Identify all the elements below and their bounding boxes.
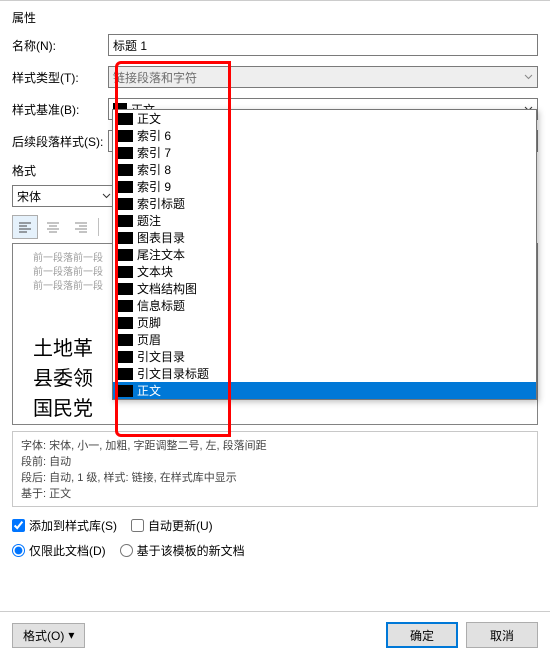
swatch-icon [117, 249, 133, 261]
format-menu-button[interactable]: 格式(O) ▾ [12, 623, 85, 648]
modify-style-dialog: 属性 名称(N): 样式类型(T): 链接段落和字符 样式基准(B): 正文 [0, 0, 550, 656]
cancel-button[interactable]: 取消 [466, 622, 538, 648]
properties-section-title: 属性 [12, 9, 538, 26]
swatch-icon [117, 283, 133, 295]
chevron-down-icon [520, 67, 537, 87]
swatch-icon [117, 300, 133, 312]
swatch-icon [117, 198, 133, 210]
dropdown-item[interactable]: 索引标题 [113, 195, 536, 212]
chevron-down-icon: ▾ [68, 628, 74, 642]
dropdown-item[interactable]: 正文 [113, 110, 536, 127]
swatch-icon [117, 113, 133, 125]
dropdown-item[interactable]: 页眉 [113, 331, 536, 348]
next-style-dropdown-list[interactable]: 正文索引 6索引 7索引 8索引 9索引标题题注图表目录尾注文本文本块文档结构图… [112, 109, 537, 400]
name-input[interactable] [108, 34, 538, 56]
next-style-label: 后续段落样式(S): [12, 133, 108, 150]
dropdown-item[interactable]: 文本块 [113, 263, 536, 280]
auto-update-checkbox[interactable]: 自动更新(U) [131, 517, 213, 534]
align-left-button[interactable] [12, 215, 38, 239]
swatch-icon [117, 215, 133, 227]
dropdown-item[interactable]: 信息标题 [113, 297, 536, 314]
dropdown-item[interactable]: 引文目录标题 [113, 365, 536, 382]
swatch-icon [117, 266, 133, 278]
dropdown-item[interactable]: 正文 [113, 382, 536, 399]
swatch-icon [117, 334, 133, 346]
swatch-icon [117, 385, 133, 397]
style-info-box: 字体: 宋体, 小一, 加粗, 字距调整二号, 左, 段落间距 段前: 自动 段… [12, 431, 538, 507]
swatch-icon [117, 130, 133, 142]
dropdown-item[interactable]: 文档结构图 [113, 280, 536, 297]
dropdown-item[interactable]: 索引 9 [113, 178, 536, 195]
align-center-button[interactable] [40, 215, 66, 239]
swatch-icon [117, 368, 133, 380]
style-type-label: 样式类型(T): [12, 69, 108, 86]
name-label: 名称(N): [12, 37, 108, 54]
dropdown-item[interactable]: 图表目录 [113, 229, 536, 246]
dropdown-item[interactable]: 引文目录 [113, 348, 536, 365]
ok-button[interactable]: 确定 [386, 622, 458, 648]
style-type-combo: 链接段落和字符 [108, 66, 538, 88]
style-based-label: 样式基准(B): [12, 101, 108, 118]
dropdown-item[interactable]: 题注 [113, 212, 536, 229]
swatch-icon [117, 351, 133, 363]
dropdown-item[interactable]: 页脚 [113, 314, 536, 331]
swatch-icon [117, 147, 133, 159]
swatch-icon [117, 164, 133, 176]
swatch-icon [117, 317, 133, 329]
dropdown-item[interactable]: 索引 8 [113, 161, 536, 178]
new-docs-template-radio[interactable]: 基于该模板的新文档 [120, 542, 245, 559]
font-name-combo[interactable]: 宋体 [12, 185, 116, 207]
dropdown-item[interactable]: 索引 6 [113, 127, 536, 144]
swatch-icon [117, 232, 133, 244]
only-this-doc-radio[interactable]: 仅限此文档(D) [12, 542, 106, 559]
dropdown-item[interactable]: 尾注文本 [113, 246, 536, 263]
align-right-button[interactable] [68, 215, 94, 239]
swatch-icon [117, 181, 133, 193]
add-to-gallery-checkbox[interactable]: 添加到样式库(S) [12, 517, 117, 534]
dropdown-item[interactable]: 索引 7 [113, 144, 536, 161]
